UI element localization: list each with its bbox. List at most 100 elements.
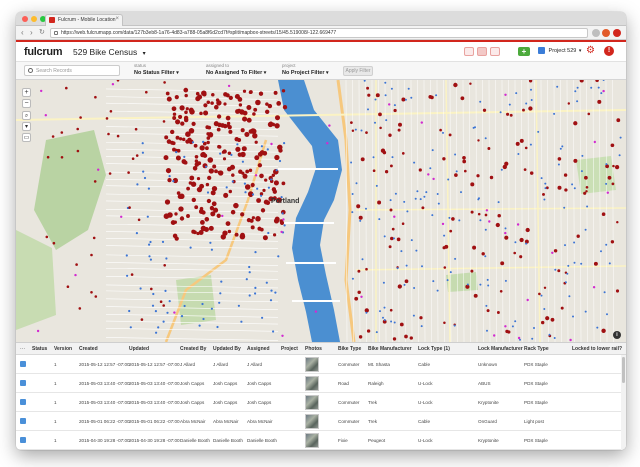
- record-marker: [557, 269, 561, 273]
- zoom-in-button[interactable]: +: [22, 88, 31, 97]
- record-marker: [227, 125, 232, 130]
- record-marker: [270, 142, 273, 146]
- minimize-window-button[interactable]: [31, 16, 37, 22]
- photo-thumbnail[interactable]: [305, 357, 319, 372]
- column-header[interactable]: Status: [32, 346, 47, 352]
- map-filter-icon[interactable]: ▾: [22, 122, 31, 131]
- record-marker: [141, 142, 144, 145]
- record-marker: [191, 141, 195, 144]
- record-marker: [257, 163, 263, 168]
- info-icon[interactable]: i: [613, 331, 621, 339]
- map-canvas[interactable]: [16, 80, 626, 342]
- gear-icon[interactable]: ⚙: [586, 46, 595, 56]
- column-header[interactable]: Updated: [129, 346, 149, 352]
- expand-record-icon[interactable]: [20, 437, 26, 443]
- record-marker: [163, 81, 166, 84]
- record-marker: [197, 161, 202, 166]
- column-header[interactable]: Lock Manufacturer: [478, 346, 523, 352]
- zoom-out-button[interactable]: −: [22, 99, 31, 108]
- record-marker: [393, 104, 396, 107]
- extension-alert-icon[interactable]: [613, 29, 621, 37]
- column-header[interactable]: Bike Type: [338, 346, 361, 352]
- record-marker: [400, 250, 403, 253]
- close-tab-icon[interactable]: ×: [115, 16, 119, 22]
- browser-tab[interactable]: Fulcrum - Mobile Location ×: [45, 14, 123, 26]
- column-header[interactable]: Updated By: [213, 346, 241, 352]
- table-cell: Kryptonite: [478, 438, 499, 443]
- photo-thumbnail[interactable]: [305, 395, 319, 410]
- app-title-dropdown[interactable]: 529 Bike Census ▾: [73, 47, 146, 57]
- map-view[interactable]: + − ⌕ ▾ ▭ Portland i: [16, 80, 626, 342]
- table-row[interactable]: 1 2015-05-03 13:40 -07:00 2015-05-03 13:40…: [16, 374, 626, 393]
- reload-icon[interactable]: ↻: [39, 28, 45, 38]
- record-marker: [165, 168, 172, 174]
- close-window-button[interactable]: [22, 16, 28, 22]
- project-selector[interactable]: Project 529 ▾: [538, 47, 581, 54]
- alert-icon[interactable]: !: [604, 46, 614, 56]
- table-row[interactable]: 1 2015-04-30 19:28 -07:00 2015-04-30 19:28…: [16, 431, 626, 450]
- apply-filter-button[interactable]: Apply Filter: [343, 66, 373, 76]
- column-header[interactable]: Lock Type (1): [418, 346, 450, 352]
- record-marker: [249, 218, 254, 223]
- record-marker: [148, 255, 151, 258]
- column-header[interactable]: Rack Type: [524, 346, 549, 352]
- record-marker: [545, 316, 550, 321]
- table-row[interactable]: 1 2015-05-03 13:40 -07:00 2015-05-03 13:40…: [16, 393, 626, 412]
- project-filter[interactable]: project No Project Filter ▾: [282, 63, 329, 77]
- record-marker: [385, 119, 388, 122]
- record-marker: [203, 110, 209, 116]
- record-marker: [129, 326, 132, 329]
- record-marker: [274, 291, 277, 294]
- back-icon[interactable]: ‹: [21, 28, 24, 38]
- project-icon: [538, 47, 545, 54]
- expand-record-icon[interactable]: [20, 418, 26, 424]
- column-header[interactable]: Created By: [180, 346, 206, 352]
- record-marker: [328, 124, 331, 127]
- column-header[interactable]: Created: [79, 346, 98, 352]
- record-marker: [414, 197, 417, 200]
- photo-thumbnail[interactable]: [305, 376, 319, 391]
- table-row[interactable]: 1 2015-05-01 06:22 -07:00 2015-05-01 06:22…: [16, 412, 626, 431]
- record-marker: [164, 289, 167, 292]
- record-marker: [167, 212, 173, 218]
- column-header[interactable]: Project: [281, 346, 298, 352]
- record-marker: [272, 330, 275, 333]
- fulcrum-logo[interactable]: fulcrum: [24, 46, 63, 58]
- url-input[interactable]: https://web.fulcrumapp.com/data/127b3eb8…: [50, 28, 588, 38]
- table-cell: Danielle Booth: [213, 438, 243, 443]
- record-marker: [209, 241, 212, 244]
- search-input[interactable]: Search Records: [24, 65, 120, 76]
- column-header[interactable]: Bike Manufacturer: [368, 346, 412, 352]
- record-marker: [265, 281, 268, 284]
- map-view-button[interactable]: [464, 47, 474, 56]
- photo-thumbnail[interactable]: [305, 433, 319, 448]
- add-record-button[interactable]: +: [518, 47, 530, 56]
- split-view-button[interactable]: [477, 47, 487, 56]
- extension-icon[interactable]: [602, 29, 610, 37]
- map-layers-icon[interactable]: ▭: [22, 133, 31, 142]
- table-scrollbar[interactable]: [621, 355, 626, 450]
- table-view-button[interactable]: [490, 47, 500, 56]
- column-header[interactable]: Photos: [305, 346, 322, 352]
- record-marker: [173, 311, 176, 314]
- record-marker: [202, 140, 205, 143]
- column-header[interactable]: Version: [54, 346, 72, 352]
- photo-thumbnail[interactable]: [305, 414, 319, 429]
- column-header[interactable]: Assigned: [247, 346, 270, 352]
- record-marker: [543, 286, 547, 290]
- expand-record-icon[interactable]: [20, 399, 26, 405]
- record-marker: [568, 295, 571, 298]
- expand-record-icon[interactable]: [20, 380, 26, 386]
- status-filter[interactable]: status No Status Filter ▾: [134, 63, 179, 77]
- scrollbar-thumb[interactable]: [622, 357, 625, 383]
- map-search-icon[interactable]: ⌕: [22, 111, 31, 120]
- table-cell: 2015-05-03 13:40 -07:00: [79, 400, 130, 405]
- extension-info-icon[interactable]: [592, 29, 600, 37]
- column-header[interactable]: Locked to lower rail?: [572, 346, 622, 352]
- assigned-filter[interactable]: assigned to No Assigned To Filter ▾: [206, 63, 266, 77]
- column-menu-icon[interactable]: ···: [20, 346, 25, 352]
- forward-icon[interactable]: ›: [30, 28, 33, 38]
- table-row[interactable]: 1 2015-05-12 12:57 -07:00 2015-05-12 12:57…: [16, 355, 626, 374]
- expand-record-icon[interactable]: [20, 361, 26, 367]
- record-marker: [495, 222, 500, 228]
